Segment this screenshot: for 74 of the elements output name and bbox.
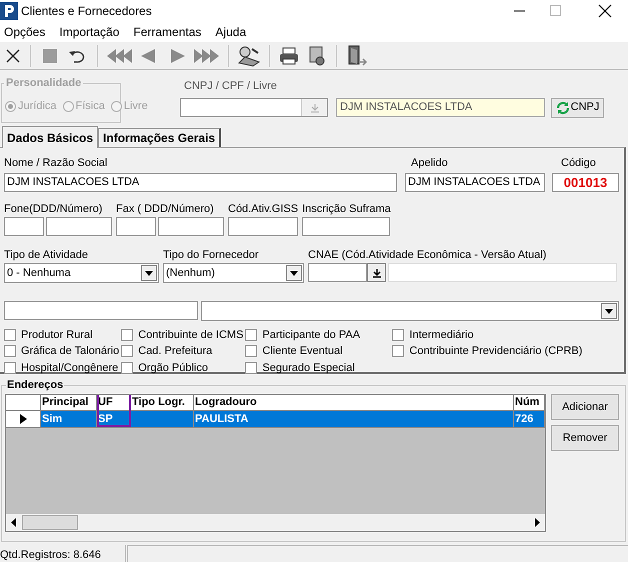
field-label: CNPJ / CPF / Livre: [184, 79, 278, 94]
action-button[interactable]: Adicionar: [551, 394, 619, 420]
column-header[interactable]: UF: [97, 395, 131, 410]
horizontal-scrollbar[interactable]: [6, 514, 545, 531]
input-field[interactable]: [46, 217, 112, 236]
current-row-icon[interactable]: [20, 414, 26, 424]
dropdown[interactable]: (Nenhum): [163, 263, 304, 283]
window-title: Clientes e Fornecedores: [21, 3, 152, 20]
table-cell: 726: [514, 411, 545, 427]
nickname-field[interactable]: DJM INSTALACOES LTDA: [405, 173, 545, 192]
field-label: Código: [561, 156, 597, 170]
name-field[interactable]: DJM INSTALACOES LTDA: [4, 173, 397, 192]
cnpj-button[interactable]: CNPJ: [551, 98, 604, 118]
table-cell: PAULISTA: [194, 411, 514, 427]
checkbox[interactable]: Segurado Especial: [245, 360, 390, 376]
close-icon[interactable]: [598, 4, 612, 18]
group-title: Endereços: [6, 378, 64, 392]
input-field[interactable]: [158, 217, 224, 236]
checkbox[interactable]: Cliente Eventual: [245, 343, 390, 359]
field-label: Cód.Ativ.GISS: [228, 202, 298, 216]
checkbox[interactable]: Orgão Público: [121, 360, 244, 376]
column-header[interactable]: Logradouro: [194, 395, 514, 410]
code-field[interactable]: 001013: [552, 173, 619, 192]
people-search-icon[interactable]: [236, 44, 262, 66]
checkbox[interactable]: Produtor Rural: [4, 327, 120, 343]
input-field[interactable]: [4, 301, 198, 320]
field-label: Tipo de Atividade: [4, 248, 89, 262]
menu-item[interactable]: Importação: [59, 23, 120, 41]
checkbox[interactable]: Contribuinte de ICMS: [121, 327, 244, 343]
field-label: Tipo do Fornecedor: [163, 248, 260, 262]
checkbox[interactable]: Hospital/Congênere: [4, 360, 120, 376]
cnae-description-field[interactable]: [388, 263, 617, 282]
input-field[interactable]: [302, 217, 390, 236]
download-arrow-icon[interactable]: [372, 268, 382, 278]
record-count: Qtd.Registros: 8.646: [0, 545, 126, 562]
column-header[interactable]: Principal: [41, 395, 97, 410]
dropdown[interactable]: 0 - Nenhuma: [4, 263, 159, 283]
column-header[interactable]: Tipo Logr.: [131, 395, 194, 410]
maximize-icon[interactable]: [549, 4, 563, 18]
table-cell: SP: [97, 411, 131, 427]
tab[interactable]: Informações Gerais: [98, 128, 222, 147]
input-field[interactable]: [4, 217, 44, 236]
field-label: Nome / Razão Social: [4, 156, 108, 170]
dropdown-arrow-icon[interactable]: [605, 308, 613, 314]
field-label: Inscrição Suframa: [302, 202, 391, 216]
field-label: CNAE (Cód.Atividade Econômica - Versão Atual): [308, 248, 548, 262]
column-header[interactable]: Núm: [514, 395, 545, 410]
scrollbar-thumb[interactable]: [22, 515, 78, 530]
checkbox[interactable]: Gráfica de Talonário: [4, 343, 120, 359]
checkbox[interactable]: Cad. Prefeitura: [121, 343, 244, 359]
company-name-field: DJM INSTALACOES LTDA: [336, 98, 545, 117]
app-logo-icon[interactable]: [0, 2, 18, 20]
field-label: Apelido: [411, 156, 449, 170]
cnae-search-button[interactable]: [367, 263, 386, 282]
tab[interactable]: Dados Básicos: [2, 126, 98, 148]
dropdown-arrow-icon[interactable]: [145, 270, 153, 276]
menu-item[interactable]: Opções: [4, 23, 46, 41]
refresh-icon[interactable]: [556, 100, 570, 114]
field-label: Fone(DDD/Número): [4, 202, 104, 216]
checkbox[interactable]: Contribuinte Previdenciário (CPRB): [392, 343, 592, 359]
table-row[interactable]: Sim SP PAULISTA 726: [6, 411, 545, 428]
input-field[interactable]: [228, 217, 298, 236]
action-button[interactable]: Remover: [551, 425, 619, 451]
checkbox[interactable]: Participante do PAA: [245, 327, 390, 343]
cnae-code-field[interactable]: [308, 263, 367, 282]
field-label: Fax ( DDD/Número): [116, 202, 215, 216]
menu-item[interactable]: Ajuda: [215, 23, 246, 41]
dropdown-arrow-icon[interactable]: [290, 270, 298, 276]
table-cell: Sim: [41, 411, 97, 427]
document-number-field[interactable]: [180, 98, 328, 117]
menu-item[interactable]: Ferramentas: [133, 23, 202, 41]
checkbox[interactable]: Intermediário: [392, 327, 592, 343]
printer-icon[interactable]: [277, 44, 301, 66]
input-field[interactable]: [116, 217, 156, 236]
